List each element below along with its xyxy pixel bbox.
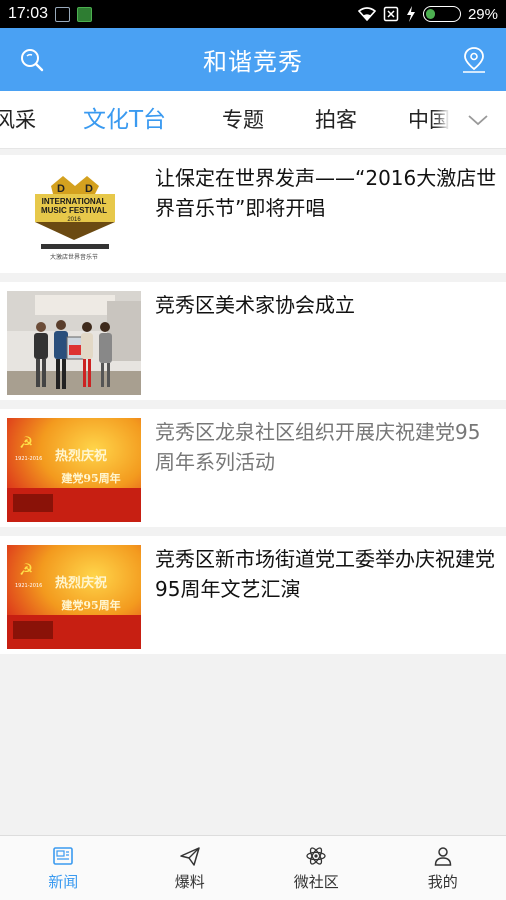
wifi-icon [357,7,376,21]
tab-fengcai[interactable]: 风采 [0,91,36,148]
user-icon [434,846,452,866]
svg-text:D: D [57,183,65,195]
more-tabs-button[interactable] [450,91,506,148]
nav-profile-label: 我的 [427,872,458,891]
article-title: 竞秀区美术家协会成立 [155,293,355,317]
nav-tips-label: 爆料 [174,872,205,891]
chevron-down-icon [468,115,488,126]
list-item[interactable]: ☭ 热烈庆祝 建党95周年 1921-2016 竞秀区龙泉社区组织开展庆祝建党9… [0,409,506,527]
tab-wenhua-tai[interactable]: 文化T台 [83,91,166,148]
svg-text:INTERNATIONAL: INTERNATIONAL [42,197,107,206]
list-item[interactable]: D D INTERNATIONAL MUSIC FESTIVAL 2016 大激… [0,155,506,273]
party-anniversary-banner-thumbnail: ☭ 热烈庆祝 建党95周年 1921-2016 [7,418,141,522]
svg-text:☭: ☭ [19,560,33,579]
svg-text:热烈庆祝: 热烈庆祝 [55,575,107,591]
nav-community[interactable]: 微社区 [253,836,380,900]
newspaper-icon [53,846,74,865]
svg-text:建党95周年: 建党95周年 [61,471,120,485]
location-pin-icon [463,47,485,73]
android-notification-icon [77,6,93,22]
nav-community-label: 微社区 [293,872,339,891]
location-button[interactable] [458,44,490,76]
nav-profile[interactable]: 我的 [380,836,506,900]
tab-paike[interactable]: 拍客 [315,91,357,148]
status-bar: 17:03 29% [0,0,506,28]
page-title: 和谐竞秀 [203,48,303,76]
svg-text:1921-2016: 1921-2016 [15,456,42,462]
party-anniversary-banner-thumbnail: ☭ 热烈庆祝 建党95周年 1921-2016 [7,545,141,649]
nav-news-label: 新闻 [48,872,79,891]
svg-text:MUSIC FESTIVAL: MUSIC FESTIVAL [41,206,107,215]
paper-plane-icon [180,846,200,866]
list-item[interactable]: 竞秀区美术家协会成立 [0,282,506,400]
no-sim-icon [383,6,399,22]
battery-percent: 29% [467,5,498,23]
status-time: 17:03 [8,5,49,22]
nav-news[interactable]: 新闻 [0,836,127,900]
group-photo-thumbnail [7,291,141,395]
article-title: 让保定在世界发声——“2016大激店世界音乐节”即将开唱 [155,166,497,220]
list-item[interactable]: ☭ 热烈庆祝 建党95周年 1921-2016 竞秀区新市场街道党工委举办庆祝建… [0,536,506,654]
tab-zhuanti[interactable]: 专题 [222,91,264,148]
bottom-navigation: 新闻 爆料 微社区 我的 [0,835,506,900]
svg-text:D: D [85,183,93,195]
battery-level-fill [425,9,436,19]
article-title: 竞秀区新市场街道党工委举办庆祝建党95周年文艺汇演 [155,547,495,601]
search-icon [21,49,44,72]
svg-text:热烈庆祝: 热烈庆祝 [55,448,107,464]
charging-bolt-icon [406,6,415,22]
article-title: 竞秀区龙泉社区组织开展庆祝建党95周年系列活动 [155,420,481,474]
nav-tips[interactable]: 爆料 [127,836,254,900]
atom-icon [306,846,326,865]
tab-zhongguo[interactable]: 中国 [408,91,450,148]
category-tabs: 风采 文化T台 专题 拍客 中国 [0,91,506,149]
app-header: 和谐竞秀 [0,28,506,91]
svg-text:大激店世界音乐节: 大激店世界音乐节 [50,253,98,261]
svg-text:☭: ☭ [19,433,33,452]
gallery-notification-icon [55,6,71,22]
music-festival-logo-thumbnail: D D INTERNATIONAL MUSIC FESTIVAL 2016 大激… [7,164,141,268]
svg-text:建党95周年: 建党95周年 [61,598,120,612]
svg-text:1921-2016: 1921-2016 [15,583,42,589]
battery-icon [422,6,461,22]
search-button[interactable] [16,44,48,76]
